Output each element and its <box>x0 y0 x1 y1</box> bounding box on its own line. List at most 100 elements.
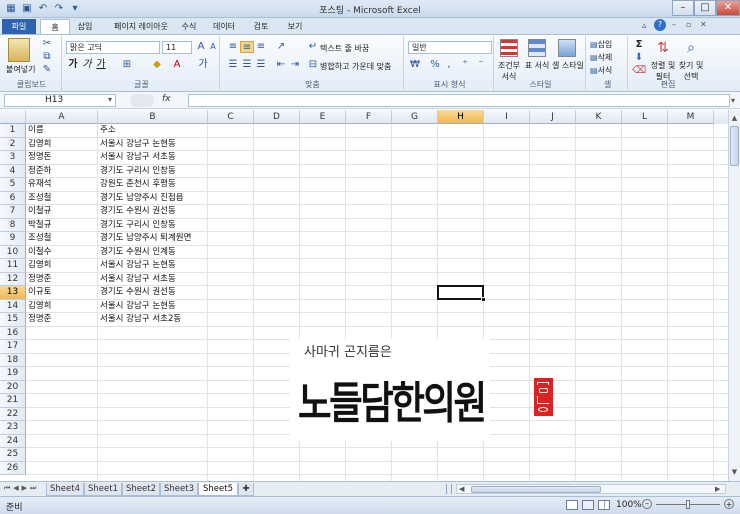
wrap-text-icon[interactable]: ↵ <box>306 41 320 53</box>
column-header-D[interactable]: D <box>254 110 300 124</box>
cell-B1[interactable]: 주소 <box>100 124 116 137</box>
row-header-24[interactable]: 24 <box>0 434 26 448</box>
cell-A10[interactable]: 이철수 <box>28 246 51 259</box>
cell-A2[interactable]: 김영희 <box>28 138 51 151</box>
row-header-6[interactable]: 6 <box>0 191 26 205</box>
ribbon-minimize-icon[interactable]: ▵ <box>642 21 647 31</box>
tab-review[interactable]: 검토 <box>248 19 274 34</box>
customize-qat-icon[interactable]: ▾ <box>68 2 82 15</box>
zoom-slider-thumb[interactable] <box>686 500 690 509</box>
cell-A7[interactable]: 이철규 <box>28 205 51 218</box>
cell-A8[interactable]: 박철규 <box>28 219 51 232</box>
row-header-9[interactable]: 9 <box>0 232 26 246</box>
insert-sheet-icon[interactable]: ✚ <box>238 483 254 496</box>
clinic-promo-image[interactable]: 사마귀 곤지름은 노들담한의원 <box>290 339 490 441</box>
active-cell-H13[interactable] <box>437 285 486 302</box>
cell-A13[interactable]: 이규토 <box>28 286 51 299</box>
sort-filter-icon[interactable]: ⇅ <box>654 39 672 57</box>
row-header-2[interactable]: 2 <box>0 137 26 151</box>
align-left-icon[interactable]: ☰ <box>226 59 240 71</box>
sheet-tab-sheet1[interactable]: Sheet1 <box>84 483 122 496</box>
cell-B6[interactable]: 경기도 남양주시 진접읍 <box>100 192 184 205</box>
format-painter-icon[interactable]: ✎ <box>40 64 54 76</box>
column-header-G[interactable]: G <box>392 110 438 124</box>
doc-restore-icon[interactable]: ▫ <box>686 20 691 29</box>
column-header-L[interactable]: L <box>622 110 668 124</box>
column-header-A[interactable]: A <box>26 110 98 124</box>
tab-insert[interactable]: 삽입 <box>70 19 100 34</box>
cell-styles-icon[interactable] <box>558 39 576 57</box>
cell-B7[interactable]: 경기도 수원시 권선동 <box>100 205 176 218</box>
formula-input[interactable] <box>188 94 730 107</box>
cell-B14[interactable]: 서울시 강남구 논현동 <box>100 300 176 313</box>
column-header-J[interactable]: J <box>530 110 576 124</box>
formula-expand-icon[interactable]: ▾ <box>731 96 735 105</box>
formula-expand-handle[interactable] <box>130 94 154 107</box>
sheet-nav-icon[interactable]: ⏮◀▶⏭ <box>4 484 39 493</box>
cell-B2[interactable]: 서울시 강남구 논현동 <box>100 138 176 151</box>
clear-icon[interactable]: ⌫ <box>632 65 646 77</box>
tab-file[interactable]: 파일 <box>2 19 36 34</box>
scroll-right-icon[interactable]: ▶ <box>715 485 720 494</box>
delete-cells-button[interactable]: ▤삭제 <box>590 52 612 63</box>
column-header-M[interactable]: M <box>668 110 714 124</box>
horizontal-scrollbar[interactable]: ◀ ▶ <box>456 484 726 494</box>
insert-function-icon[interactable]: fx <box>162 94 171 104</box>
row-header-7[interactable]: 7 <box>0 205 26 219</box>
sheet-tab-sheet2[interactable]: Sheet2 <box>122 483 160 496</box>
cell-B10[interactable]: 경기도 수원시 인계동 <box>100 246 176 259</box>
h-scroll-thumb[interactable] <box>471 486 601 493</box>
borders-icon[interactable]: ⊞ <box>120 59 134 71</box>
cell-B9[interactable]: 경기도 남양주시 퇴계원면 <box>100 232 191 245</box>
doc-close-icon[interactable]: ✕ <box>700 20 707 29</box>
cell-B5[interactable]: 강원도 춘천시 후평동 <box>100 178 176 191</box>
tab-data[interactable]: 데이터 <box>208 19 240 34</box>
cell-B3[interactable]: 서울시 강남구 서초동 <box>100 151 176 164</box>
row-header-10[interactable]: 10 <box>0 245 26 259</box>
row-header-3[interactable]: 3 <box>0 151 26 165</box>
percent-icon[interactable]: % <box>428 59 442 71</box>
cell-A1[interactable]: 이름 <box>28 124 44 137</box>
scroll-up-icon[interactable]: ▲ <box>730 114 739 123</box>
minimize-button[interactable]: – <box>672 0 694 16</box>
row-header-26[interactable]: 26 <box>0 461 26 475</box>
tab-view[interactable]: 보기 <box>282 19 308 34</box>
redo-icon[interactable]: ↷ <box>52 2 66 15</box>
row-header-18[interactable]: 18 <box>0 353 26 367</box>
column-header-H[interactable]: H <box>438 110 484 124</box>
zoom-in-icon[interactable]: + <box>724 499 734 509</box>
row-header-14[interactable]: 14 <box>0 299 26 313</box>
row-header-11[interactable]: 11 <box>0 259 26 273</box>
row-header-12[interactable]: 12 <box>0 272 26 286</box>
row-header-17[interactable]: 17 <box>0 340 26 354</box>
italic-button[interactable]: 가 <box>80 59 94 71</box>
column-header-I[interactable]: I <box>484 110 530 124</box>
fill-handle[interactable] <box>481 296 486 302</box>
merge-icon[interactable]: ⊟ <box>306 59 320 71</box>
vertical-scrollbar[interactable]: ▲ ▼ <box>728 110 740 481</box>
copy-icon[interactable]: ⧉ <box>40 51 54 63</box>
align-middle-icon[interactable]: ≡ <box>240 41 254 53</box>
select-all-corner[interactable] <box>0 110 26 124</box>
tab-formulas[interactable]: 수식 <box>176 19 202 34</box>
row-header-13[interactable]: 13 <box>0 286 26 300</box>
row-header-23[interactable]: 23 <box>0 421 26 435</box>
align-right-icon[interactable]: ☰ <box>254 59 268 71</box>
cell-A3[interactable]: 정명돈 <box>28 151 51 164</box>
font-name-select[interactable]: 맑은 고딕 <box>66 41 160 54</box>
cell-A15[interactable]: 정명준 <box>28 313 51 326</box>
row-header-4[interactable]: 4 <box>0 164 26 178</box>
name-box[interactable]: H13 <box>4 94 116 107</box>
cell-A4[interactable]: 정준하 <box>28 165 51 178</box>
page-layout-view-icon[interactable] <box>582 500 594 510</box>
row-header-1[interactable]: 1 <box>0 124 26 138</box>
name-box-dropdown-icon[interactable]: ▾ <box>108 95 112 104</box>
align-top-icon[interactable]: ≡ <box>226 41 240 53</box>
currency-icon[interactable]: ₩ <box>408 59 422 71</box>
cell-A11[interactable]: 김영희 <box>28 259 51 272</box>
red-seal-logo[interactable] <box>534 378 553 416</box>
cell-A14[interactable]: 김영희 <box>28 300 51 313</box>
sheet-tab-sheet3[interactable]: Sheet3 <box>160 483 198 496</box>
tab-home[interactable]: 홈 <box>40 19 70 34</box>
table-format-icon[interactable] <box>528 39 546 57</box>
